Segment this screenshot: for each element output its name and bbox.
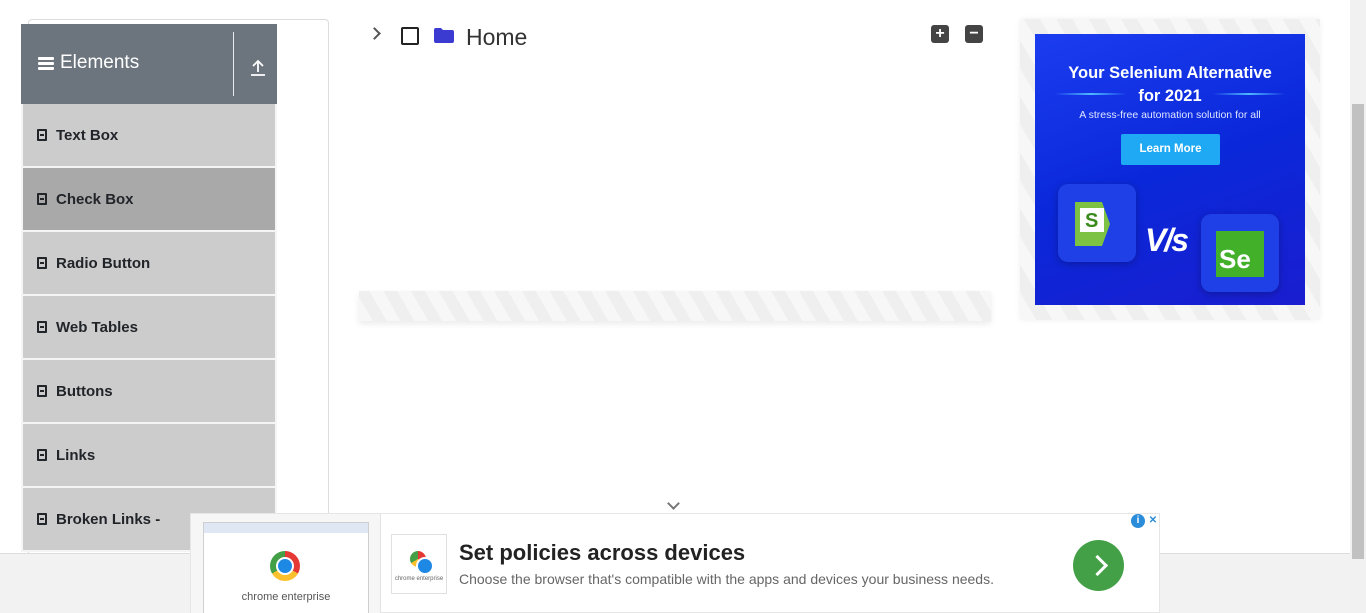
document-icon (37, 193, 47, 205)
sidebar-item-check-box[interactable]: Check Box (21, 168, 277, 232)
expand-chevron-icon[interactable] (368, 27, 381, 40)
sidebar-item-web-tables[interactable]: Web Tables (21, 296, 277, 360)
scrollbar-thumb[interactable] (1352, 104, 1364, 559)
folder-icon (434, 28, 454, 43)
ad-close-icon[interactable]: ✕ (1146, 514, 1160, 528)
ad-decor-line (1213, 93, 1285, 95)
browser-tabs-illustration (204, 523, 368, 533)
ad-headline[interactable]: Set policies across devices (459, 540, 745, 566)
sidebar-item-label: Web Tables (56, 318, 138, 336)
ad-placeholder-strip (359, 291, 991, 321)
logo-left-text: S (1085, 210, 1099, 232)
chrome-logo-icon (270, 551, 300, 581)
ad-info-icon[interactable]: i (1131, 514, 1145, 528)
ad-headline-line1: Your Selenium Alternative (1068, 64, 1272, 82)
logo-right-text: Se (1219, 244, 1251, 274)
versus-text: V/s (1145, 222, 1189, 258)
home-checkbox[interactable] (401, 27, 419, 45)
ad-description: Choose the browser that's compatible wit… (459, 571, 994, 587)
tree-node-home-label[interactable]: Home (466, 24, 527, 51)
header-divider (233, 32, 234, 96)
chrome-logo-small-icon (410, 551, 432, 573)
katalon-logo-tile: S (1058, 184, 1136, 262)
sidebar-item-label: Links (56, 446, 96, 464)
sidebar-item-radio-button[interactable]: Radio Button (21, 232, 277, 296)
ad-headline: Your Selenium Alternative for 2021 (1035, 62, 1305, 108)
sidebar-item-label: Text Box (56, 126, 119, 144)
document-icon (37, 321, 47, 333)
ad-arrow-button[interactable] (1073, 540, 1124, 591)
sidebar-item-text-box[interactable]: Text Box (21, 104, 277, 168)
ad-headline-line2: for 2021 (1138, 87, 1202, 105)
sidebar-item-label: Check Box (56, 190, 134, 208)
side-ad[interactable]: Your Selenium Alternative for 2021 A str… (1035, 34, 1305, 305)
selenium-logo-tile: Se (1201, 214, 1279, 292)
thumb-caption: chrome enterprise (241, 591, 331, 603)
document-icon (37, 449, 47, 461)
group-header-elements[interactable]: Elements (21, 24, 277, 104)
collapse-all-button[interactable]: − (965, 25, 983, 43)
document-icon (37, 513, 47, 525)
hamburger-icon (38, 56, 54, 70)
sidebar-item-label: Buttons (56, 382, 113, 400)
ad-thumbnail: chrome enterprise (191, 514, 381, 613)
ad-thumbnail-small: chrome enterprise (391, 534, 447, 594)
group-title-label: Elements (60, 52, 140, 73)
document-icon (37, 129, 47, 141)
chevron-down-icon[interactable] (667, 497, 680, 510)
browser-window-illustration: chrome enterprise (203, 522, 369, 613)
sidebar-item-label: Radio Button (56, 254, 151, 272)
sidebar-item-label: Broken Links - (56, 510, 161, 528)
collapse-up-icon[interactable] (250, 58, 266, 76)
learn-more-button[interactable]: Learn More (1121, 134, 1220, 165)
document-icon (37, 257, 47, 269)
bottom-ad-banner[interactable]: chrome enterprise chrome enterprise Set … (190, 513, 1160, 613)
group-title[interactable]: Elements (38, 52, 139, 74)
document-icon (37, 385, 47, 397)
ad-subtext: A stress-free automation solution for al… (1079, 109, 1261, 121)
ad-decor-line (1055, 93, 1127, 95)
expand-all-button[interactable]: + (931, 25, 949, 43)
sidebar-item-buttons[interactable]: Buttons (21, 360, 277, 424)
sidebar-item-links[interactable]: Links (21, 424, 277, 488)
elements-menu: Text Box Check Box Radio Button Web Tabl… (21, 104, 277, 552)
thumb-caption-small: chrome enterprise (394, 576, 444, 582)
